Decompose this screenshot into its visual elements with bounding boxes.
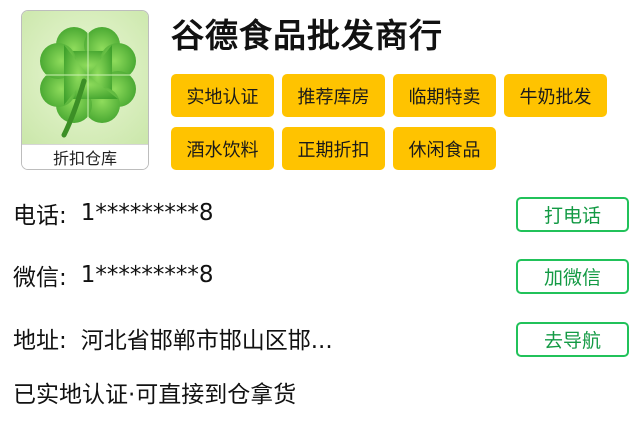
shop-name: 谷德食品批发商行 bbox=[171, 16, 443, 55]
call-button[interactable]: 打电话 bbox=[516, 197, 629, 232]
navigate-button[interactable]: 去导航 bbox=[516, 322, 629, 357]
tag-discount[interactable]: 正期折扣 bbox=[282, 127, 385, 170]
tag-milk-wholesale[interactable]: 牛奶批发 bbox=[504, 74, 607, 117]
phone-label: 电话: bbox=[13, 203, 67, 229]
address-value: 河北省邯郸市邯山区邯... bbox=[80, 328, 333, 354]
logo-caption: 折扣仓库 bbox=[22, 144, 148, 169]
phone-value: 1*********8 bbox=[80, 200, 214, 226]
tag-drinks[interactable]: 酒水饮料 bbox=[171, 127, 274, 170]
tag-near-expiry[interactable]: 临期特卖 bbox=[393, 74, 496, 117]
tag-verified[interactable]: 实地认证 bbox=[171, 74, 274, 117]
verification-note: 已实地认证·可直接到仓拿货 bbox=[13, 382, 297, 408]
wechat-row: 微信: 1*********8 bbox=[13, 255, 214, 295]
phone-row: 电话: 1*********8 bbox=[13, 193, 214, 233]
wechat-label: 微信: bbox=[13, 265, 67, 291]
address-label: 地址: bbox=[13, 328, 67, 354]
tag-recommended[interactable]: 推荐库房 bbox=[282, 74, 385, 117]
add-wechat-button[interactable]: 加微信 bbox=[516, 259, 629, 294]
shop-logo[interactable]: 折扣仓库 bbox=[21, 10, 149, 170]
tag-snacks[interactable]: 休闲食品 bbox=[393, 127, 496, 170]
wechat-value: 1*********8 bbox=[80, 262, 214, 288]
four-leaf-clover-icon bbox=[22, 11, 148, 147]
address-row: 地址: 河北省邯郸市邯山区邯... bbox=[13, 318, 333, 358]
